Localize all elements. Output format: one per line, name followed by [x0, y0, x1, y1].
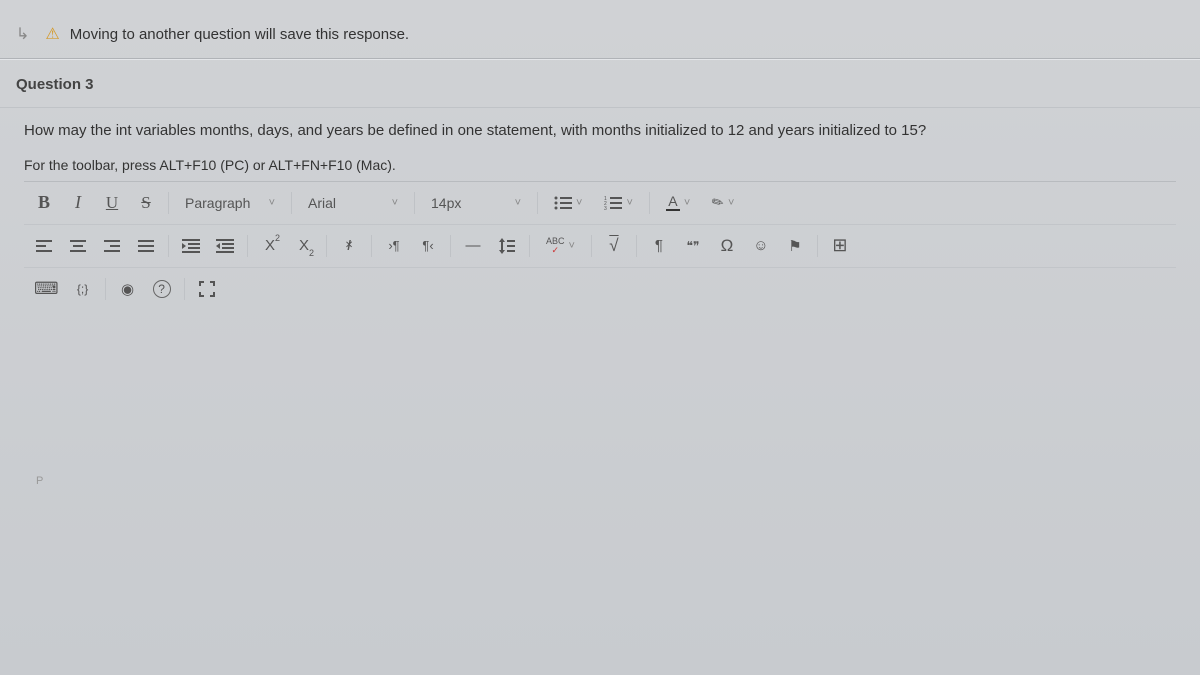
spellcheck-dropdown[interactable]: ABC✓ ˅	[536, 233, 585, 257]
separator	[450, 235, 451, 257]
blockquote-button[interactable]: ❝❞	[677, 231, 709, 261]
emoji-button[interactable]: ☺	[745, 231, 777, 261]
separator	[371, 235, 372, 257]
rich-text-editor: B I U S Paragraph˅ Arial˅ 14px˅	[24, 181, 1176, 499]
separator	[247, 235, 248, 257]
keyboard-button[interactable]: ⌨	[28, 274, 65, 304]
chevron-down-icon: ˅	[515, 197, 521, 209]
paragraph-format-dropdown[interactable]: Paragraph˅	[175, 191, 285, 215]
editor-content-area[interactable]: P	[24, 310, 1176, 499]
separator	[636, 235, 637, 257]
chevron-down-icon: ˅	[728, 197, 734, 209]
horizontal-rule-button[interactable]: —	[457, 231, 489, 261]
ltr-button[interactable]: ›¶	[378, 231, 410, 261]
rtl-button[interactable]: ¶‹	[412, 231, 444, 261]
strikethrough-button[interactable]: S	[130, 188, 162, 218]
separator	[326, 235, 327, 257]
toolbar-row-3: ⌨ {;} ◉ ?	[24, 267, 1176, 310]
warning-bar: ↳ ⚠ Moving to another question will save…	[0, 0, 1200, 59]
preview-button[interactable]: ◉	[112, 274, 144, 304]
question-label: Question 3	[0, 76, 1200, 107]
separator	[649, 192, 650, 214]
line-height-button[interactable]	[491, 231, 523, 261]
toolbar-hint: For the toolbar, press ALT+F10 (PC) or A…	[24, 157, 1176, 173]
align-justify-button[interactable]	[130, 231, 162, 261]
superscript-button[interactable]: X2	[254, 231, 286, 261]
chevron-down-icon: ˅	[684, 197, 690, 209]
anchor-button[interactable]: ⚑	[779, 231, 811, 261]
chevron-down-icon: ˅	[392, 197, 398, 209]
special-character-button[interactable]: Ω	[711, 231, 743, 261]
font-family-dropdown[interactable]: Arial˅	[298, 191, 408, 215]
highlight-icon: ✎	[709, 192, 728, 213]
subscript-button[interactable]: X2	[288, 231, 320, 261]
toolbar-row-1: B I U S Paragraph˅ Arial˅ 14px˅	[24, 181, 1176, 224]
text-color-dropdown[interactable]: A ˅	[656, 190, 700, 215]
separator	[414, 192, 415, 214]
outdent-button[interactable]	[209, 231, 241, 261]
numbered-list-icon: 123	[604, 196, 622, 210]
svg-text:3: 3	[604, 206, 607, 210]
fullscreen-button[interactable]	[191, 274, 223, 304]
clear-formatting-button[interactable]: I✕	[333, 231, 365, 261]
italic-button[interactable]: I	[62, 188, 94, 218]
separator	[291, 192, 292, 214]
reply-arrow-icon: ↳	[16, 24, 29, 44]
spellcheck-icon: ABC✓	[546, 237, 565, 253]
bullet-list-icon	[554, 196, 572, 210]
align-center-button[interactable]	[62, 231, 94, 261]
underline-button[interactable]: U	[96, 188, 128, 218]
separator	[168, 192, 169, 214]
separator	[529, 235, 530, 257]
align-right-button[interactable]	[96, 231, 128, 261]
chevron-down-icon: ˅	[269, 197, 275, 209]
text-color-icon: A	[666, 194, 680, 211]
chevron-down-icon: ˅	[576, 197, 582, 209]
chevron-down-icon: ˅	[626, 197, 632, 209]
math-button[interactable]: √	[598, 231, 630, 261]
numbered-list-dropdown[interactable]: 123 ˅	[594, 192, 642, 214]
separator	[817, 235, 818, 257]
align-left-button[interactable]	[28, 231, 60, 261]
question-body: How may the int variables months, days, …	[0, 107, 1200, 499]
path-indicator: P	[34, 473, 45, 489]
chevron-down-icon: ˅	[569, 240, 575, 252]
font-size-dropdown[interactable]: 14px˅	[421, 191, 531, 215]
toolbar-row-2: X2 X2 I✕ ›¶ ¶‹ —	[24, 224, 1176, 267]
help-button[interactable]: ?	[146, 274, 178, 304]
indent-button[interactable]	[175, 231, 207, 261]
separator	[537, 192, 538, 214]
bullet-list-dropdown[interactable]: ˅	[544, 192, 592, 214]
separator	[591, 235, 592, 257]
question-container: Question 3 How may the int variables mon…	[0, 59, 1200, 499]
separator	[105, 278, 106, 300]
separator	[168, 235, 169, 257]
bold-button[interactable]: B	[28, 188, 60, 218]
show-blocks-button[interactable]: ¶	[643, 231, 675, 261]
warning-icon: ⚠	[45, 24, 59, 44]
warning-text: Moving to another question will save thi…	[70, 26, 409, 43]
table-button[interactable]: ⊞	[824, 231, 856, 261]
question-text: How may the int variables months, days, …	[24, 120, 1176, 143]
highlight-color-dropdown[interactable]: ✎ ˅	[702, 190, 744, 215]
code-sample-button[interactable]: {;}	[67, 274, 99, 304]
separator	[184, 278, 185, 300]
